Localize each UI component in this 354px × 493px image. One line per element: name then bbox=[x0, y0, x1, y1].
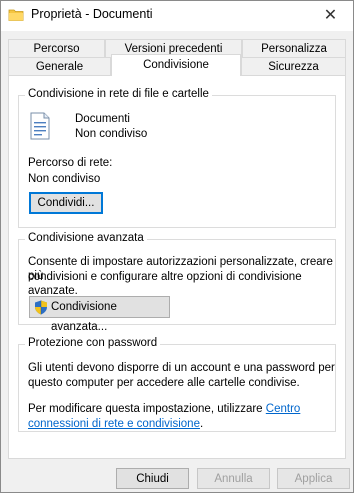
network-sharing-center-link-part2[interactable]: connessioni di rete e condivisione bbox=[28, 418, 200, 430]
tab-condivisione[interactable]: Condivisione bbox=[111, 54, 241, 76]
advanced-sharing-desc-line2: condivisioni e configurare altre opzioni… bbox=[28, 271, 302, 297]
tab-generale[interactable]: Generale bbox=[8, 57, 111, 75]
password-protection-line2: questo computer per accedere alle cartel… bbox=[28, 377, 300, 389]
password-protection-group: Protezione con password Gli utenti devon… bbox=[18, 337, 336, 432]
apply-button[interactable]: Applica bbox=[277, 468, 350, 489]
cancel-button[interactable]: Annulla bbox=[197, 468, 270, 489]
advanced-sharing-button-label: Condivisione avanzata... bbox=[51, 301, 117, 333]
tab-personalizza[interactable]: Personalizza bbox=[242, 39, 346, 57]
network-path-value: Non condiviso bbox=[28, 173, 101, 185]
network-sharing-group: Condivisione in rete di file e cartelle … bbox=[18, 88, 336, 228]
advanced-sharing-title: Condivisione avanzata bbox=[25, 232, 147, 244]
title-bar[interactable]: Proprietà - Documenti ✕ bbox=[1, 1, 353, 31]
password-protection-line3-prefix: Per modificare questa impostazione, util… bbox=[28, 403, 263, 415]
share-button[interactable]: Condividi... bbox=[29, 192, 103, 214]
tab-sicurezza[interactable]: Sicurezza bbox=[241, 57, 346, 75]
uac-shield-icon bbox=[35, 300, 47, 315]
password-protection-line1: Gli utenti devono disporre di un account… bbox=[28, 362, 335, 374]
password-protection-title: Protezione con password bbox=[25, 337, 161, 349]
password-protection-line4-suffix: . bbox=[199, 418, 204, 430]
close-button[interactable]: Chiudi bbox=[116, 468, 189, 489]
password-protection-line4: connessioni di rete e condivisione. bbox=[28, 417, 203, 431]
folder-name: Documenti bbox=[75, 113, 130, 125]
window-title: Proprietà - Documenti bbox=[31, 7, 153, 21]
network-path-label: Percorso di rete: bbox=[28, 157, 113, 169]
password-protection-line3: Per modificare questa impostazione, util… bbox=[28, 402, 300, 416]
advanced-sharing-group: Condivisione avanzata Consente di impost… bbox=[18, 232, 336, 333]
network-sharing-center-link-part1[interactable]: Centro bbox=[266, 403, 301, 415]
close-window-icon[interactable]: ✕ bbox=[308, 1, 353, 31]
document-folder-icon bbox=[30, 112, 50, 140]
folder-status: Non condiviso bbox=[75, 128, 148, 140]
advanced-sharing-button[interactable]: Condivisione avanzata... bbox=[29, 296, 170, 333]
properties-window: Proprietà - Documenti ✕ Percorso Version… bbox=[0, 0, 354, 493]
folder-icon bbox=[8, 9, 24, 21]
tab-panel-condivisione: Condivisione in rete di file e cartelle … bbox=[8, 75, 346, 459]
network-sharing-title: Condivisione in rete di file e cartelle bbox=[25, 88, 212, 100]
tab-percorso[interactable]: Percorso bbox=[8, 39, 105, 57]
